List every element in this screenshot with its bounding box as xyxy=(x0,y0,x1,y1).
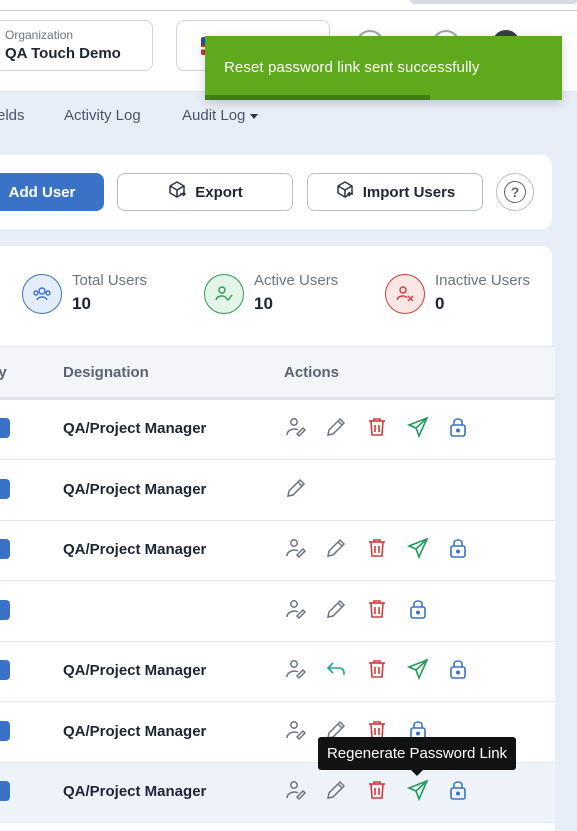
user-key-badge[interactable] xyxy=(0,539,10,559)
top-tab-handle xyxy=(410,0,577,4)
lock-icon[interactable] xyxy=(406,597,430,621)
question-icon: ? xyxy=(504,181,526,203)
table-row: QA/Project Manager xyxy=(0,763,555,823)
organization-label: Organization xyxy=(5,28,74,42)
undo-icon[interactable] xyxy=(324,657,348,681)
trash-icon[interactable] xyxy=(365,415,389,439)
send-icon[interactable] xyxy=(406,778,430,802)
add-user-button[interactable]: Add User xyxy=(0,173,104,211)
export-icon xyxy=(167,180,187,204)
stat-label: Total Users xyxy=(72,272,148,289)
pencil-icon[interactable] xyxy=(324,415,348,439)
table-row: QA/Project Manager xyxy=(0,400,555,460)
user-edit-icon[interactable] xyxy=(284,718,308,742)
lock-icon[interactable] xyxy=(446,657,470,681)
pencil-icon[interactable] xyxy=(324,536,348,560)
users-toolbar: Add User Export Import Users ? xyxy=(0,155,552,229)
organization-selector[interactable]: Organization QA Touch Demo xyxy=(0,20,153,71)
add-user-label: Add User xyxy=(8,183,76,201)
designation-cell: QA/Project Manager xyxy=(63,783,207,800)
stat-value: 10 xyxy=(72,294,91,313)
tab-custom-fields[interactable]: elds xyxy=(0,107,25,124)
table-row xyxy=(0,581,555,642)
send-icon[interactable] xyxy=(406,415,430,439)
user-edit-icon[interactable] xyxy=(284,415,308,439)
pencil-icon[interactable] xyxy=(324,778,348,802)
tab-activity-log[interactable]: Activity Log xyxy=(64,107,141,124)
stat-value: 0 xyxy=(435,294,445,313)
trash-icon[interactable] xyxy=(365,778,389,802)
designation-cell: QA/Project Manager xyxy=(63,541,207,558)
stat-value: 10 xyxy=(254,294,273,313)
user-key-badge[interactable] xyxy=(0,478,10,499)
trash-icon[interactable] xyxy=(365,657,389,681)
user-key-badge[interactable] xyxy=(0,720,10,741)
export-label: Export xyxy=(195,183,243,201)
send-icon[interactable] xyxy=(406,657,430,681)
chevron-down-icon xyxy=(250,113,259,119)
user-key-badge[interactable] xyxy=(0,660,10,680)
user-key-badge[interactable] xyxy=(0,781,10,801)
trash-icon[interactable] xyxy=(365,536,389,560)
designation-cell: QA/Project Manager xyxy=(63,480,207,498)
help-button[interactable]: ? xyxy=(496,173,534,211)
lock-icon[interactable] xyxy=(446,778,470,802)
table-header: ey Designation Actions xyxy=(0,346,555,400)
column-header-key[interactable]: ey xyxy=(0,364,7,381)
stat-label: Inactive Users xyxy=(435,272,531,289)
user-edit-icon[interactable] xyxy=(284,778,308,802)
lock-icon[interactable] xyxy=(446,536,470,560)
pencil-icon[interactable] xyxy=(284,476,308,500)
designation-cell: QA/Project Manager xyxy=(63,420,207,437)
import-icon xyxy=(335,180,355,204)
pencil-icon[interactable] xyxy=(324,597,348,621)
column-header-actions: Actions xyxy=(284,364,340,381)
trash-icon[interactable] xyxy=(365,597,389,621)
success-toast[interactable]: Reset password link sent successfully xyxy=(205,36,562,100)
lock-icon[interactable] xyxy=(446,415,470,439)
user-key-badge[interactable] xyxy=(0,599,10,620)
user-edit-icon[interactable] xyxy=(284,657,308,681)
table-row: QA/Project Manager xyxy=(0,460,555,521)
toast-message: Reset password link sent successfully xyxy=(224,59,480,76)
regenerate-password-tooltip: Regenerate Password Link xyxy=(318,737,516,776)
organization-value: QA Touch Demo xyxy=(5,45,121,62)
designation-cell: QA/Project Manager xyxy=(63,662,207,679)
import-users-button[interactable]: Import Users xyxy=(307,173,483,211)
user-stats-card: Total Users 10 Active Users 10 Inactive … xyxy=(0,246,552,346)
send-icon[interactable] xyxy=(406,536,430,560)
user-x-icon xyxy=(385,274,425,314)
export-button[interactable]: Export xyxy=(117,173,293,211)
table-row: QA/Project Manager xyxy=(0,521,555,581)
table-row: QA/Project Manager xyxy=(0,642,555,702)
user-edit-icon[interactable] xyxy=(284,536,308,560)
import-users-label: Import Users xyxy=(362,183,456,201)
tab-audit-log[interactable]: Audit Log xyxy=(182,107,259,124)
stat-label: Active Users xyxy=(254,272,339,289)
designation-cell: QA/Project Manager xyxy=(63,722,207,740)
column-header-designation[interactable]: Designation xyxy=(63,364,149,381)
toast-progress-bar xyxy=(205,95,430,100)
user-check-icon xyxy=(204,274,244,314)
users-icon xyxy=(22,274,62,314)
window-divider xyxy=(0,10,577,11)
user-key-badge[interactable] xyxy=(0,418,10,438)
user-edit-icon[interactable] xyxy=(284,597,308,621)
